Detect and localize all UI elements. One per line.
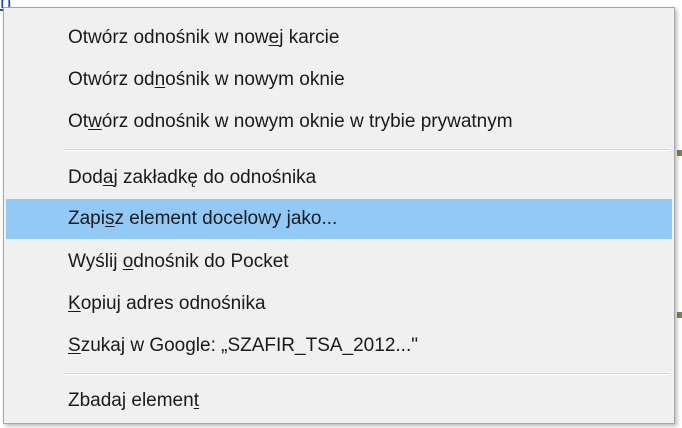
menu-item-bookmark-link[interactable]: Dodaj zakładkę do odnośnika: [6, 158, 672, 198]
access-key: n: [154, 69, 166, 90]
menu-item-send-to-pocket[interactable]: Wyślij odnośnik do Pocket: [6, 242, 672, 282]
menu-item-label: Zbadaj elemen: [68, 390, 194, 411]
menu-item-label: dnośnik do Pocket: [133, 251, 289, 272]
access-key: t: [193, 390, 199, 411]
menu-item-label: j karcie: [279, 27, 340, 48]
menu-item-save-link-as[interactable]: Zapisz element docelowy jako...: [6, 199, 672, 239]
menu-item-label: j zakładkę do odnośnika: [113, 167, 317, 188]
menu-item-label: opiuj adres odnośnika: [80, 293, 266, 314]
page-content-fragment: [677, 312, 682, 318]
menu-item-open-new-tab[interactable]: Otwórz odnośnik w nowej karcie: [6, 18, 672, 58]
menu-item-open-new-window[interactable]: Otwórz odnośnik w nowym oknie: [6, 60, 672, 100]
menu-item-label: órz odnośnik w nowym oknie w trybie pryw…: [101, 111, 513, 132]
access-key: w: [88, 111, 102, 132]
menu-separator: [64, 149, 670, 151]
access-key: a: [102, 167, 114, 188]
menu-item-label: Otwórz od: [68, 69, 155, 90]
page-content-fragment: [677, 150, 682, 156]
menu-item-inspect-element[interactable]: Zbadaj element: [6, 381, 672, 421]
menu-item-label: zukaj w Google: „SZAFIR_TSA_2012...": [80, 335, 418, 356]
access-key: e: [268, 27, 280, 48]
menu-item-open-private-window[interactable]: Otwórz odnośnik w nowym oknie w trybie p…: [6, 102, 672, 142]
access-key: K: [68, 293, 81, 314]
context-menu: Otwórz odnośnik w nowej karcie Otwórz od…: [3, 7, 675, 424]
menu-item-label: Ot: [68, 111, 89, 132]
menu-item-search-google[interactable]: Szukaj w Google: „SZAFIR_TSA_2012...": [6, 326, 672, 366]
menu-separator: [64, 373, 670, 375]
access-key: S: [68, 335, 81, 356]
menu-item-label: ośnik w nowym oknie: [165, 69, 345, 90]
access-key: o: [122, 251, 134, 272]
browser-page: rf Otwórz odnośnik w nowej karcie Otwórz…: [0, 0, 682, 428]
menu-item-label: Wyślij: [68, 251, 123, 272]
menu-item-label: Otwórz odnośnik w now: [68, 27, 269, 48]
menu-item-copy-link-address[interactable]: Kopiuj adres odnośnika: [6, 284, 672, 324]
menu-item-label: Dod: [68, 167, 103, 188]
menu-item-label: z element docelowy jako...: [114, 208, 338, 229]
menu-item-label: Zapi: [68, 208, 105, 229]
